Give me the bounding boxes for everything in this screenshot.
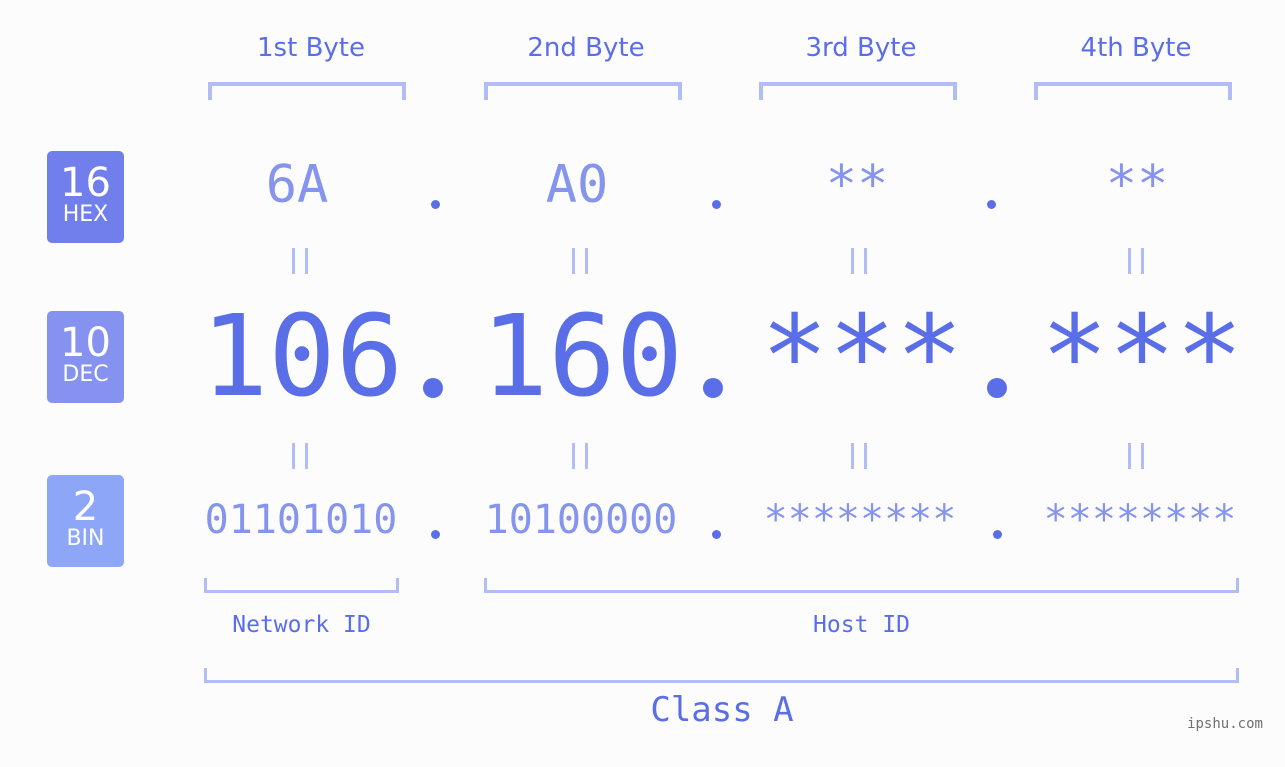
hex-base-label: HEX [62, 202, 109, 227]
class-bracket [204, 668, 1239, 683]
hex-byte-3: ** [825, 155, 889, 215]
bin-byte-2: 10100000 [484, 497, 678, 543]
host-id-bracket [484, 578, 1239, 593]
byte-header-3: 3rd Byte [805, 33, 917, 63]
hex-separator-dot [712, 200, 721, 209]
equals-icon [1128, 248, 1144, 274]
bin-base-number: 2 [72, 484, 99, 530]
byte-bracket-1 [208, 82, 406, 100]
equals-icon [572, 248, 588, 274]
host-id-label: Host ID [813, 612, 910, 638]
equals-icon [851, 443, 867, 469]
byte-bracket-2 [484, 82, 682, 100]
byte-header-1: 1st Byte [257, 33, 365, 63]
dec-base-label: DEC [62, 362, 109, 387]
hex-badge: 16 HEX [47, 151, 124, 243]
bin-separator-dot [431, 530, 440, 539]
byte-header-4: 4th Byte [1080, 33, 1192, 63]
watermark: ipshu.com [1187, 716, 1263, 732]
bin-separator-dot [712, 530, 721, 539]
byte-bracket-4 [1034, 82, 1232, 100]
bin-base-label: BIN [66, 526, 105, 551]
dec-byte-2: 160 [480, 292, 684, 422]
bin-badge: 2 BIN [47, 475, 124, 567]
hex-byte-4: ** [1105, 155, 1169, 215]
hex-separator-dot [431, 200, 440, 209]
dec-base-number: 10 [60, 320, 111, 366]
equals-icon [572, 443, 588, 469]
equals-icon [292, 248, 308, 274]
dec-separator-dot [423, 378, 443, 398]
dec-byte-1: 106 [200, 292, 404, 422]
dec-separator-dot [703, 378, 723, 398]
byte-header-2: 2nd Byte [527, 33, 645, 63]
bin-separator-dot [993, 530, 1002, 539]
hex-byte-2: A0 [545, 155, 609, 215]
network-id-label: Network ID [232, 612, 371, 638]
dec-separator-dot [987, 378, 1007, 398]
hex-separator-dot [987, 200, 996, 209]
hex-base-number: 16 [60, 160, 111, 206]
network-id-bracket [204, 578, 399, 593]
bin-byte-3: ******** [763, 497, 957, 543]
byte-bracket-3 [759, 82, 957, 100]
dec-byte-4: *** [1040, 292, 1244, 422]
bin-byte-1: 01101010 [204, 497, 398, 543]
equals-icon [1128, 443, 1144, 469]
dec-byte-3: *** [760, 292, 964, 422]
bin-byte-4: ******** [1043, 497, 1237, 543]
hex-byte-1: 6A [265, 155, 329, 215]
dec-badge: 10 DEC [47, 311, 124, 403]
equals-icon [851, 248, 867, 274]
equals-icon [292, 443, 308, 469]
ip-class-label: Class A [650, 690, 794, 730]
